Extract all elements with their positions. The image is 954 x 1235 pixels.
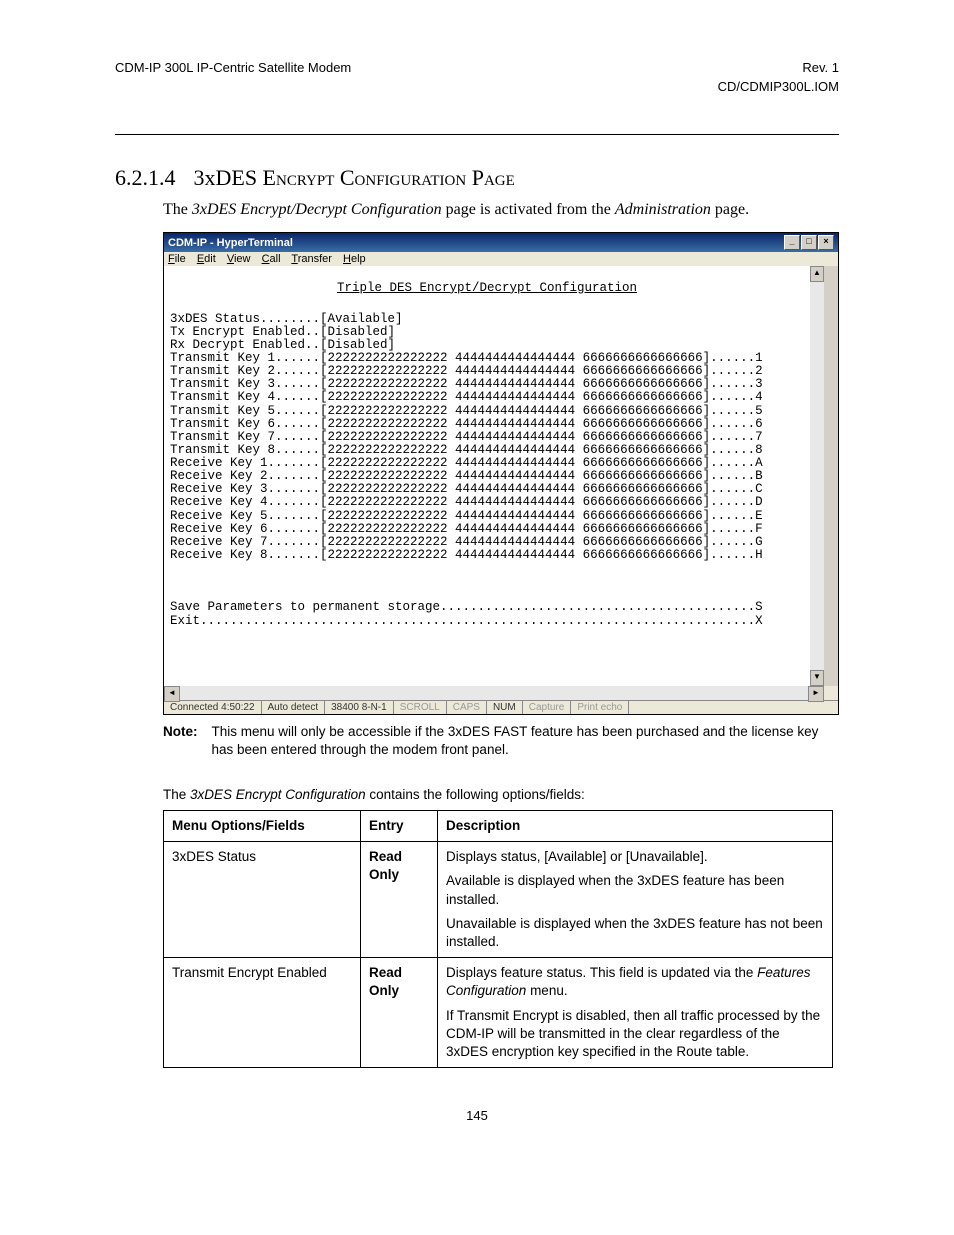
header-left: CDM-IP 300L IP-Centric Satellite Modem (115, 60, 351, 77)
vertical-scrollbar[interactable]: ▲ ▼ (810, 266, 824, 686)
table-row: Transmit Encrypt Enabled Read Only Displ… (164, 958, 833, 1068)
cell-desc-0: Displays status, [Available] or [Unavail… (438, 842, 833, 958)
intro-paragraph: The 3xDES Encrypt Configuration contains… (163, 786, 839, 804)
menu-file[interactable]: File (168, 253, 186, 265)
term-key-12: Receive Key 5.......[2222222222222222 44… (170, 510, 804, 523)
scroll-right-icon[interactable]: ► (808, 686, 824, 702)
scroll-down-icon[interactable]: ▼ (810, 670, 824, 686)
menu-call[interactable]: Call (262, 253, 281, 265)
window-title: CDM-IP - HyperTerminal (168, 237, 293, 249)
header-right2: CD/CDMIP300L.IOM (115, 79, 839, 94)
status-num: NUM (487, 701, 523, 714)
horizontal-scrollbar[interactable]: ◄ ► (164, 686, 824, 700)
cell-desc-1: Displays feature status. This field is u… (438, 958, 833, 1068)
section-heading: 6.2.1.4 3xDES Encrypt Configuration Page (115, 165, 839, 191)
cell-field-0: 3xDES Status (164, 842, 361, 958)
note-text: This menu will only be accessible if the… (212, 723, 840, 759)
status-connected: Connected 4:50:22 (164, 701, 262, 714)
term-key-4: Transmit Key 5......[2222222222222222 44… (170, 405, 804, 418)
status-scroll: SCROLL (394, 701, 447, 714)
cell-entry-1: Read Only (361, 958, 438, 1068)
note-label: Note: (163, 723, 198, 759)
status-capture: Capture (523, 701, 572, 714)
status-echo: Print echo (571, 701, 629, 714)
menu-view[interactable]: View (227, 253, 251, 265)
section-number: 6.2.1.4 (115, 165, 176, 190)
terminal-content: Triple DES Encrypt/Decrypt Configuration… (164, 266, 810, 686)
menu-transfer[interactable]: Transfer (291, 253, 332, 265)
term-key-15: Receive Key 8.......[2222222222222222 44… (170, 549, 804, 562)
window-titlebar: CDM-IP - HyperTerminal _ □ × (164, 233, 838, 252)
term-status-0: 3xDES Status........[Available] (170, 313, 804, 326)
close-icon[interactable]: × (818, 235, 834, 250)
term-footer-0: Save Parameters to permanent storage....… (170, 601, 804, 614)
menu-help[interactable]: Help (343, 253, 366, 265)
th-entry: Entry (361, 810, 438, 841)
options-table: Menu Options/Fields Entry Description 3x… (163, 810, 833, 1068)
status-port: 38400 8-N-1 (325, 701, 394, 714)
header-right1: Rev. 1 (802, 60, 839, 77)
status-bar: Connected 4:50:22 Auto detect 38400 8-N-… (164, 700, 838, 714)
minimize-icon[interactable]: _ (784, 235, 800, 250)
section-body: The 3xDES Encrypt/Decrypt Configuration … (163, 199, 839, 221)
term-key-5: Transmit Key 6......[2222222222222222 44… (170, 418, 804, 431)
term-key-11: Receive Key 4.......[2222222222222222 44… (170, 496, 804, 509)
hyperterminal-window: CDM-IP - HyperTerminal _ □ × File Edit V… (163, 232, 839, 715)
term-footer-1: Exit....................................… (170, 615, 804, 628)
scroll-left-icon[interactable]: ◄ (164, 686, 180, 702)
cell-entry-0: Read Only (361, 842, 438, 958)
th-field: Menu Options/Fields (164, 810, 361, 841)
status-caps: CAPS (447, 701, 487, 714)
status-autodetect: Auto detect (262, 701, 326, 714)
cell-field-1: Transmit Encrypt Enabled (164, 958, 361, 1068)
menu-bar: File Edit View Call Transfer Help (164, 252, 838, 266)
term-key-3: Transmit Key 4......[2222222222222222 44… (170, 391, 804, 404)
table-row: 3xDES Status Read Only Displays status, … (164, 842, 833, 958)
maximize-icon[interactable]: □ (801, 235, 817, 250)
terminal-screen-title: Triple DES Encrypt/Decrypt Configuration (170, 282, 804, 295)
menu-edit[interactable]: Edit (197, 253, 216, 265)
term-key-13: Receive Key 6.......[2222222222222222 44… (170, 523, 804, 536)
page-number: 145 (115, 1108, 839, 1123)
scroll-up-icon[interactable]: ▲ (810, 266, 824, 282)
section-title: 3xDES Encrypt Configuration Page (194, 165, 515, 190)
th-desc: Description (438, 810, 833, 841)
note-block: Note: This menu will only be accessible … (163, 723, 839, 759)
